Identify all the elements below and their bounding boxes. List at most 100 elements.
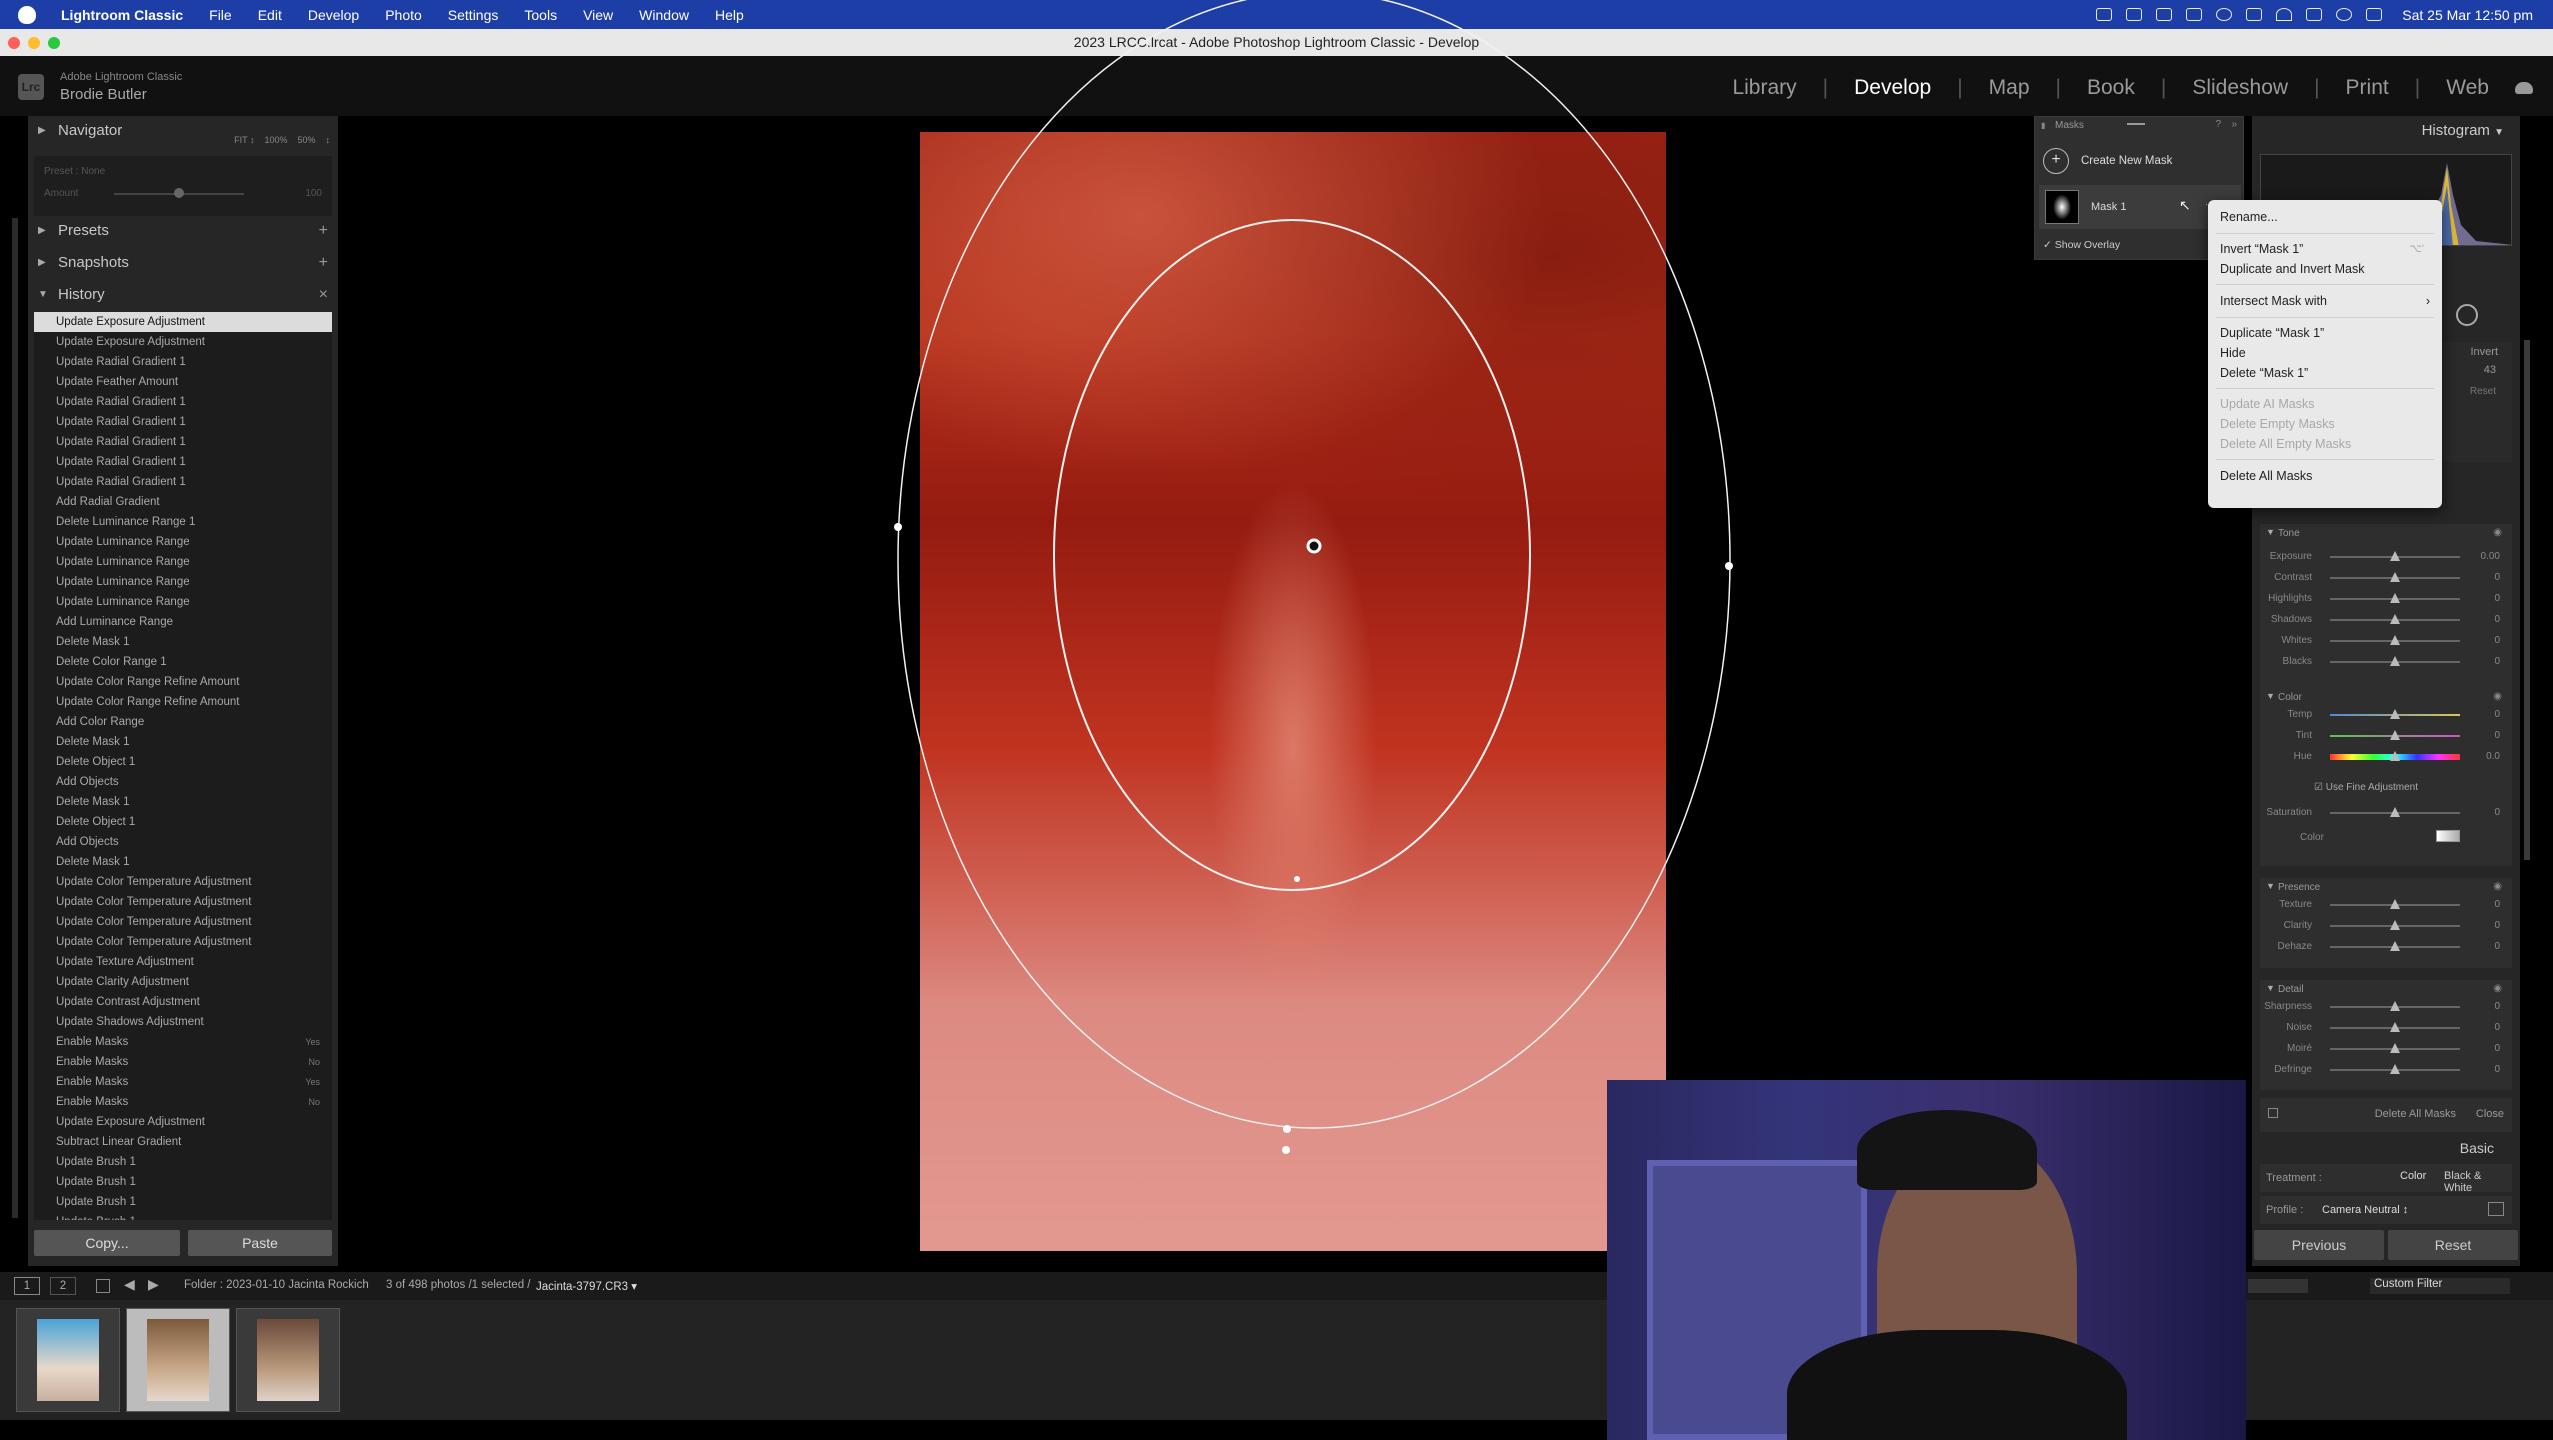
slider-value[interactable]: 0 <box>2494 656 2500 667</box>
menu-duplicate-mask[interactable]: Duplicate “Mask 1” <box>2208 323 2442 343</box>
apple-icon[interactable] <box>18 5 36 24</box>
history-item[interactable]: Update Luminance Range <box>34 592 332 612</box>
invert-checkbox-label[interactable]: Invert <box>2470 346 2498 358</box>
history-item[interactable]: Add Objects <box>34 832 332 852</box>
module-print[interactable]: Print <box>2346 76 2389 100</box>
focus-moon-icon[interactable] <box>2216 8 2233 21</box>
slider-value[interactable]: 0 <box>2494 1064 2500 1075</box>
history-item[interactable]: Delete Color Range 1 <box>34 652 332 672</box>
menu-rename[interactable]: Rename... <box>2208 206 2442 228</box>
history-item[interactable]: Update Luminance Range <box>34 552 332 572</box>
slider-value[interactable]: 0 <box>2494 593 2500 604</box>
battery-icon[interactable] <box>2246 8 2263 21</box>
cloud-sync-icon[interactable] <box>2515 82 2533 94</box>
navigator-preview[interactable]: Preset : None Amount 100 <box>34 156 332 216</box>
slider-value[interactable]: 0 <box>2494 807 2500 818</box>
filter-view-toggles[interactable] <box>2248 1279 2308 1293</box>
history-item[interactable]: Update Radial Gradient 1 <box>34 432 332 452</box>
module-book[interactable]: Book <box>2087 76 2135 100</box>
paste-button[interactable]: Paste <box>188 1230 332 1256</box>
settings-gear-icon[interactable] <box>2456 304 2478 326</box>
history-item[interactable]: Delete Object 1 <box>34 812 332 832</box>
amount-knob[interactable] <box>174 188 184 198</box>
history-item[interactable]: Update Radial Gradient 1 <box>34 452 332 472</box>
fine-adjustment-checkbox[interactable]: ☑ Use Fine Adjustment <box>2314 782 2418 793</box>
history-item[interactable]: Delete Mask 1 <box>34 632 332 652</box>
history-item[interactable]: Delete Mask 1 <box>34 852 332 872</box>
history-item[interactable]: Update Luminance Range <box>34 572 332 592</box>
menu-help[interactable]: Help <box>715 7 744 23</box>
zoom-custom[interactable]: ↕ <box>326 125 331 155</box>
history-item[interactable]: Update Brush 1 <box>34 1152 332 1172</box>
zoom-100[interactable]: 100% <box>264 125 287 155</box>
menu-delete-all-masks[interactable]: Delete All Masks <box>2208 465 2442 487</box>
slider-handle[interactable] <box>2390 1001 2400 1011</box>
slider-value[interactable]: 0 <box>2494 730 2500 741</box>
control-center-icon[interactable] <box>2366 8 2383 21</box>
mask-toggle-icon[interactable] <box>2268 1108 2278 1118</box>
eye-icon[interactable]: ◉ <box>2493 691 2502 702</box>
history-item[interactable]: Enable Masks Yes <box>34 1072 332 1092</box>
slider-handle[interactable] <box>2390 656 2400 666</box>
history-item[interactable]: Update Color Range Refine Amount <box>34 672 332 692</box>
history-item[interactable]: Delete Luminance Range 1 <box>34 512 332 532</box>
menu-intersect-mask[interactable]: Intersect Mask with › <box>2208 290 2442 312</box>
menubar-clock[interactable]: Sat 25 Mar 12:50 pm <box>2402 7 2533 23</box>
masks-panel-drag-handle[interactable] <box>2127 123 2145 125</box>
search-icon[interactable] <box>2336 8 2353 21</box>
reset-button[interactable]: Reset <box>2388 1230 2518 1260</box>
slider-handle[interactable] <box>2390 1022 2400 1032</box>
radial-left-handle[interactable] <box>894 523 902 531</box>
bluetooth-icon[interactable] <box>2306 8 2323 21</box>
filmstrip-thumbnail[interactable] <box>16 1308 120 1412</box>
slider-handle[interactable] <box>2390 551 2400 561</box>
profile-dropdown[interactable]: Camera Neutral ↕ <box>2322 1204 2408 1216</box>
slider-value[interactable]: 0 <box>2494 614 2500 625</box>
history-item[interactable]: Add Radial Gradient <box>34 492 332 512</box>
copy-button[interactable]: Copy... <box>34 1230 180 1256</box>
histogram-header[interactable]: Histogram ▼ <box>2422 122 2504 139</box>
basic-header[interactable]: Basic <box>2260 1138 2512 1160</box>
slider-handle[interactable] <box>2390 751 2400 761</box>
treatment-bw-option[interactable]: Black & White <box>2444 1170 2512 1194</box>
help-icon[interactable]: ? <box>2215 119 2221 130</box>
show-overlay-toggle[interactable]: ✓ Show Overlay <box>2043 239 2120 251</box>
slider-value[interactable]: 0 <box>2494 572 2500 583</box>
menu-edit[interactable]: Edit <box>258 7 282 23</box>
folder-label[interactable]: Folder : 2023-01-10 Jacinta Rockich <box>184 1279 369 1291</box>
history-item[interactable]: Delete Mask 1 <box>34 732 332 752</box>
grid-view-icon[interactable] <box>96 1279 110 1293</box>
history-item[interactable]: Update Exposure Adjustment <box>34 1112 332 1132</box>
menu-invert-mask[interactable]: Invert “Mask 1” ⌥' <box>2208 239 2442 259</box>
slider-handle[interactable] <box>2390 920 2400 930</box>
menu-tools[interactable]: Tools <box>524 7 557 23</box>
module-map[interactable]: Map <box>1989 76 2030 100</box>
filename-dropdown[interactable]: Jacinta-3797.CR3 ▾ <box>536 1279 637 1293</box>
history-item[interactable]: Enable Masks No <box>34 1052 332 1072</box>
history-item[interactable]: Update Color Temperature Adjustment <box>34 892 332 912</box>
history-item[interactable]: Update Color Temperature Adjustment <box>34 912 332 932</box>
close-window-icon[interactable] <box>8 37 20 49</box>
history-item[interactable]: Update Color Temperature Adjustment <box>34 872 332 892</box>
menu-photo[interactable]: Photo <box>385 7 422 23</box>
slider-value[interactable]: 0 <box>2494 1022 2500 1033</box>
snapshots-header[interactable]: ▶ Snapshots + <box>28 248 338 278</box>
navigator-header[interactable]: ▶ Navigator FIT ↕ 100% 50% ↕ <box>28 116 338 146</box>
create-new-mask-button[interactable]: + Create New Mask <box>2043 145 2237 177</box>
presets-header[interactable]: ▶ Presets + <box>28 216 338 246</box>
history-item[interactable]: Add Luminance Range <box>34 612 332 632</box>
menu-window[interactable]: Window <box>639 7 689 23</box>
display-status-icon[interactable] <box>2126 8 2143 21</box>
color-swatch[interactable] <box>2436 830 2460 842</box>
history-item[interactable]: Update Brush 1 <box>34 1192 332 1212</box>
wifi-icon[interactable] <box>2276 8 2293 21</box>
filmstrip-thumbnail-selected[interactable] <box>126 1308 230 1412</box>
menu-settings[interactable]: Settings <box>448 7 499 23</box>
slider-handle[interactable] <box>2390 709 2400 719</box>
slider-handle[interactable] <box>2390 593 2400 603</box>
close-masks-button[interactable]: Close <box>2476 1108 2504 1120</box>
slider-handle[interactable] <box>2390 1043 2400 1053</box>
mask-amount-value[interactable]: 43 <box>2484 364 2496 376</box>
slider-value[interactable]: 0 <box>2494 1043 2500 1054</box>
menu-file[interactable]: File <box>209 7 232 23</box>
